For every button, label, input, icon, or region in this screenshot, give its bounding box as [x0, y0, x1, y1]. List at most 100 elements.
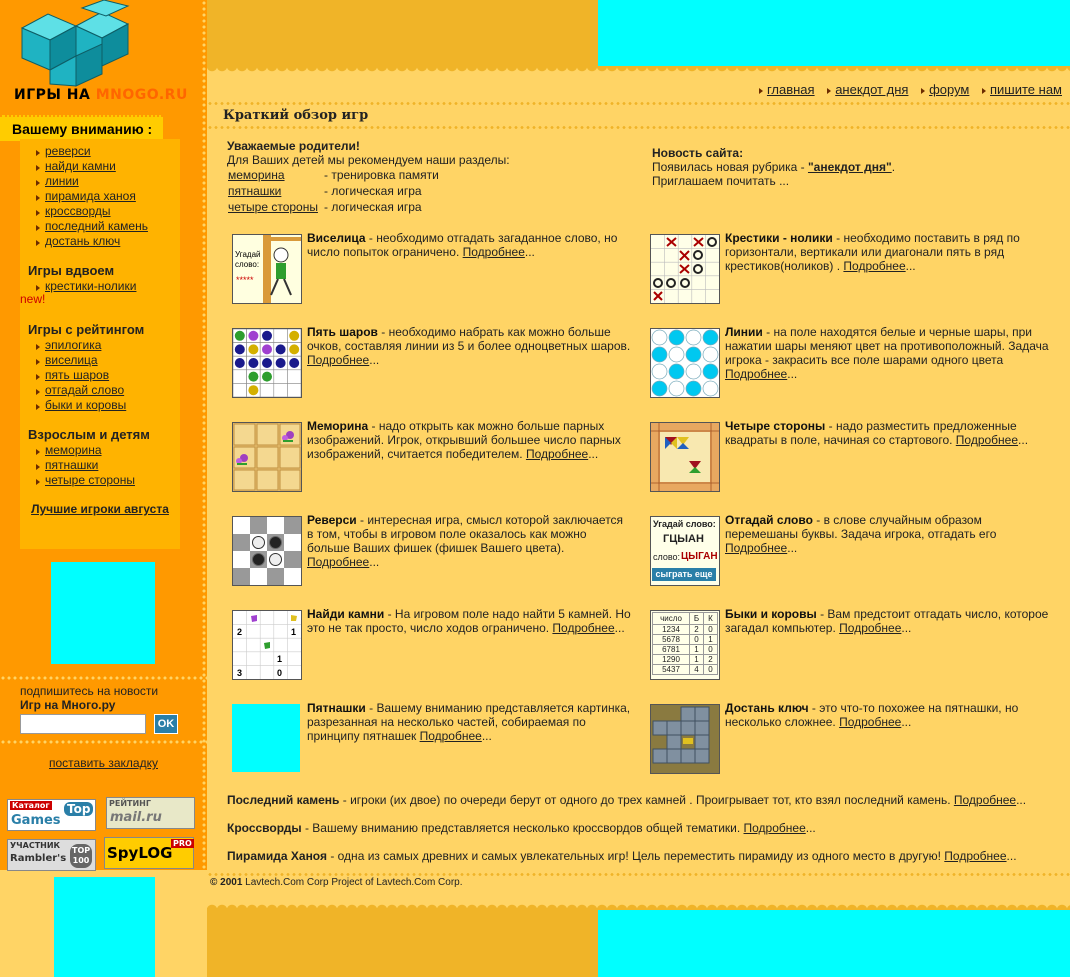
- more-link[interactable]: Подробнее: [725, 541, 787, 555]
- more-link[interactable]: Подробнее: [463, 245, 525, 259]
- svg-text:2: 2: [237, 627, 242, 637]
- bookmark-link[interactable]: поставить закладку: [20, 756, 187, 770]
- sidebar-item-bulls-cows[interactable]: быки и коровы: [35, 398, 126, 412]
- bottom-band: [207, 908, 598, 977]
- memorina-thumb[interactable]: [232, 422, 302, 492]
- rambler-top100-badge[interactable]: УЧАСТНИК Rambler's TOP 100: [7, 839, 96, 871]
- game-desc: Меморина - надо открыть как можно больше…: [307, 419, 621, 461]
- sidebar-item-hangman[interactable]: виселица: [36, 353, 98, 367]
- more-link[interactable]: Подробнее: [956, 433, 1018, 447]
- more-link[interactable]: Подробнее: [725, 367, 787, 381]
- parents-intro: Для Ваших детей мы рекомендуем наши разд…: [227, 153, 510, 167]
- sidebar-item-guess-word[interactable]: отгадай слово: [35, 383, 124, 397]
- more-link[interactable]: Подробнее: [552, 621, 614, 635]
- bulls-cell: 1290: [652, 654, 690, 665]
- more-link[interactable]: Подробнее: [839, 715, 901, 729]
- more-link[interactable]: Подробнее: [839, 621, 901, 635]
- tic-tac-toe-icon: [651, 235, 719, 303]
- nav-home[interactable]: главная: [759, 82, 815, 97]
- sidebar-item-hanoi[interactable]: пирамида ханоя: [36, 189, 136, 203]
- news-text: Появилась новая рубрика -: [652, 160, 808, 174]
- top-band: [207, 0, 598, 66]
- sidebar-item-crosswords[interactable]: кроссворды: [36, 204, 111, 218]
- top-banner-placeholder[interactable]: [598, 0, 1070, 66]
- guess-word-thumb[interactable]: Угадай слово: ГЦЫАН слово: ЦЫГАН сыграть…: [650, 516, 720, 586]
- nav-write-us[interactable]: пишите нам: [982, 82, 1062, 97]
- bulls-cows-thumb[interactable]: число Б К 1234 2 0 5678 0 1 6781 1 0 1290 1 2 5437 4 0: [650, 610, 720, 680]
- svg-text:1: 1: [277, 654, 282, 664]
- sidebar-item-last-stone[interactable]: последний камень: [36, 219, 148, 233]
- sidebar-item-tic-tac-toe[interactable]: крестики-нолики: [35, 279, 136, 293]
- banner-placeholder[interactable]: [51, 562, 155, 664]
- divider: [207, 126, 1070, 129]
- site-logo[interactable]: ИГРЫ НА MNOGO.RU: [0, 0, 205, 110]
- get-key-thumb[interactable]: [650, 704, 720, 774]
- bulls-cell: 5437: [652, 664, 690, 675]
- game-desc: Крестики - нолики - необходимо поставить…: [725, 231, 1020, 273]
- parents-title: Уважаемые родители!: [227, 139, 360, 153]
- more-link[interactable]: Подробнее: [307, 353, 369, 367]
- sidebar-item-lines[interactable]: линии: [36, 174, 79, 188]
- spylog-badge[interactable]: SpyLOG PRO: [104, 837, 194, 869]
- best-players-link[interactable]: Лучшие игроки августа: [20, 502, 180, 517]
- four-sides-thumb[interactable]: [650, 422, 720, 492]
- game-desc: Виселица - необходимо отгадать загаданно…: [307, 231, 618, 259]
- news-text-end: .: [891, 160, 896, 174]
- find-stones-thumb[interactable]: 2 1 1 3 0: [232, 610, 302, 680]
- parents-link-memorina[interactable]: меморина: [228, 168, 285, 182]
- parents-link-fifteen[interactable]: пятнашки: [228, 184, 281, 198]
- more-link[interactable]: Подробнее: [307, 555, 369, 569]
- four-sides-icon: [651, 423, 719, 491]
- bulls-cell: 0: [703, 644, 718, 655]
- game-desc: Пять шаров - необходимо набрать как можн…: [307, 325, 631, 367]
- nav-joke-of-day[interactable]: анекдот дня: [827, 82, 908, 97]
- game-desc: Отгадай слово - в слове случайным образо…: [725, 513, 997, 555]
- more-link[interactable]: Подробнее: [954, 793, 1016, 807]
- top-games-badge[interactable]: Каталог Games Top: [7, 799, 96, 831]
- mail-ru-rating-badge[interactable]: РЕЙТИНГ mail.ru: [106, 797, 195, 829]
- get-key-icon: [651, 705, 719, 773]
- divider: [0, 740, 207, 744]
- more-link[interactable]: Подробнее: [843, 259, 905, 273]
- sidebar-item-get-key[interactable]: достань ключ: [35, 234, 120, 248]
- svg-text:0: 0: [277, 668, 282, 678]
- reversi-thumb[interactable]: [232, 516, 302, 586]
- more-link[interactable]: Подробнее: [420, 729, 482, 743]
- hangman-icon: Угадай слово: *****: [233, 235, 301, 303]
- sidebar-item-epilogika[interactable]: эпилогика: [35, 338, 101, 352]
- sidebar-heading-two-players: Игры вдвоем: [28, 263, 115, 278]
- sidebar-item-four-sides[interactable]: четыре стороны: [36, 473, 135, 487]
- game-row-hanoi: Пирамида Ханоя - одна из самых древних и…: [227, 849, 1017, 863]
- more-link[interactable]: Подробнее: [526, 447, 588, 461]
- more-link[interactable]: Подробнее: [944, 849, 1006, 863]
- sidebar-item-reversi[interactable]: реверси: [36, 144, 91, 158]
- fifteen-thumb-placeholder[interactable]: [232, 704, 300, 772]
- news-link-joke[interactable]: "анекдот дня": [808, 160, 892, 174]
- bottom-banner-placeholder-right[interactable]: [598, 910, 1070, 977]
- divider: [0, 676, 207, 680]
- bottom-banner-placeholder[interactable]: [54, 877, 155, 977]
- top-nav: главная анекдот дня форум пишите нам: [750, 82, 1062, 97]
- more-link[interactable]: Подробнее: [744, 821, 806, 835]
- nav-forum[interactable]: форум: [921, 82, 969, 97]
- email-input[interactable]: [20, 714, 146, 734]
- sidebar-item-five-balls[interactable]: пять шаров: [35, 368, 109, 382]
- bottom-scallop: [207, 896, 1070, 910]
- sidebar-item-find-stones[interactable]: найди камни: [36, 159, 116, 173]
- thumb-label: ГЦЫАН: [663, 533, 704, 545]
- overview-header: Краткий обзор игр: [207, 102, 1070, 129]
- five-balls-thumb[interactable]: [232, 328, 302, 398]
- subscribe-ok-button[interactable]: OK: [154, 714, 178, 734]
- game-desc: Пятнашки - Вашему вниманию представляетс…: [307, 701, 631, 743]
- sidebar-item-memorina[interactable]: меморина: [36, 443, 102, 457]
- sidebar-item-fifteen[interactable]: пятнашки: [35, 458, 98, 472]
- parents-link-four-sides[interactable]: четыре стороны: [228, 200, 318, 214]
- game-desc: Четыре стороны - надо разместить предлож…: [725, 419, 1029, 447]
- divider: [207, 873, 1070, 876]
- memorina-icon: [233, 423, 301, 491]
- tic-tac-toe-thumb[interactable]: [650, 234, 720, 304]
- hangman-thumb[interactable]: Угадай слово: *****: [232, 234, 302, 304]
- attention-banner: Вашему вниманию :: [0, 115, 163, 141]
- lines-thumb[interactable]: [650, 328, 720, 398]
- svg-text:Угадай: Угадай: [235, 250, 261, 259]
